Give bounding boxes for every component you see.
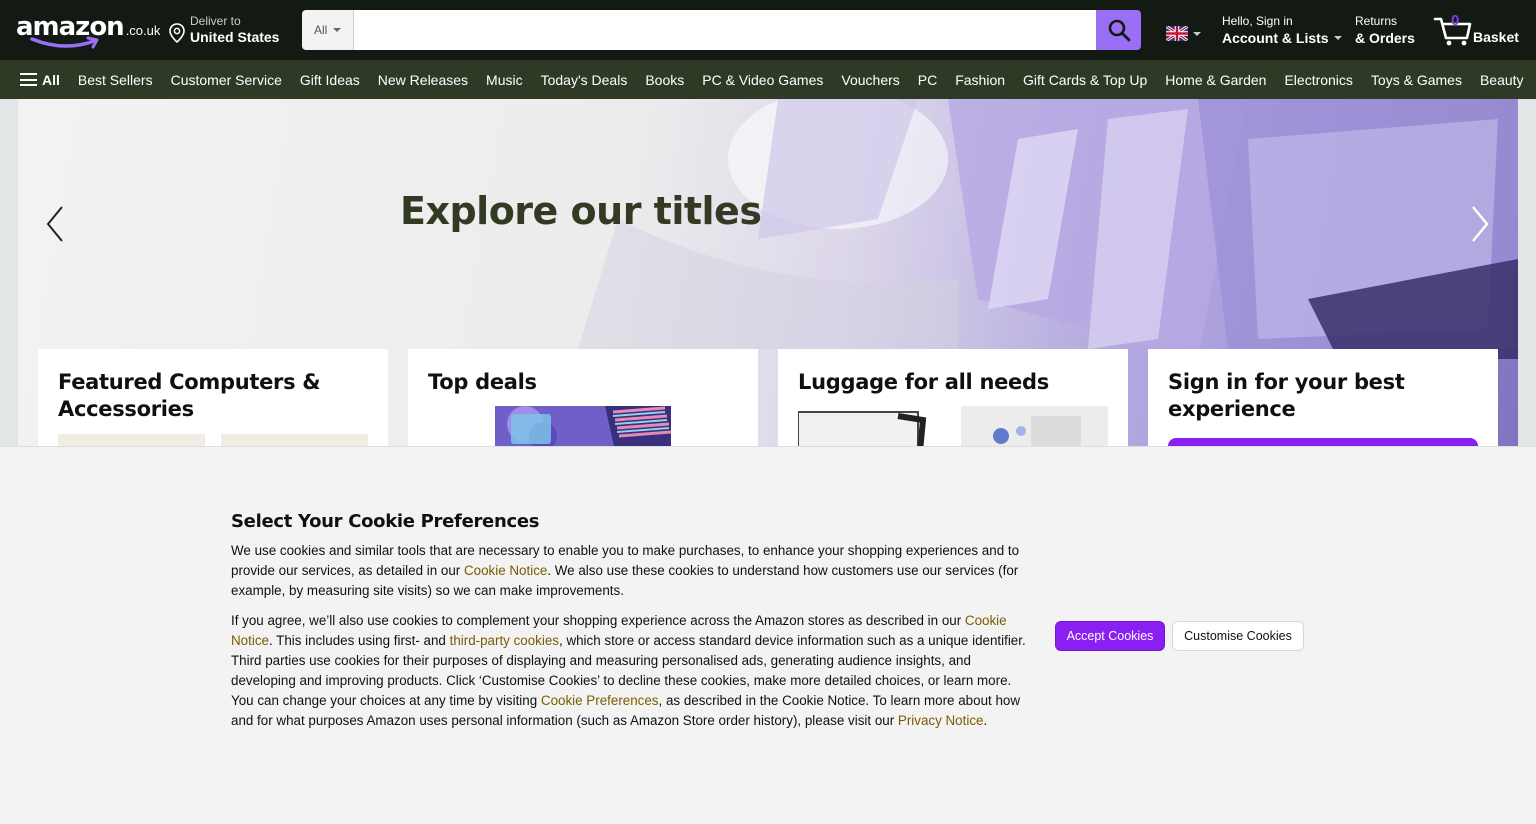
- nav-link-pc[interactable]: PC: [918, 72, 937, 88]
- nav-link-electronics[interactable]: Electronics: [1284, 72, 1352, 88]
- nav-link-best-sellers[interactable]: Best Sellers: [78, 72, 153, 88]
- search-button[interactable]: [1096, 10, 1141, 50]
- card-title: Luggage for all needs: [798, 370, 1049, 394]
- header: amazon .co.uk Deliver to United States A…: [0, 0, 1536, 60]
- search-category-label: All: [314, 23, 328, 37]
- deliver-country: United States: [190, 29, 280, 45]
- chevron-down-icon: [333, 28, 342, 32]
- amazon-logo[interactable]: amazon .co.uk: [16, 12, 160, 50]
- account-lists[interactable]: Hello, Sign in Account & Lists: [1222, 14, 1342, 47]
- chevron-down-icon: [1193, 31, 1201, 36]
- all-menu-label: All: [42, 71, 60, 88]
- cookie-text: .: [983, 713, 988, 728]
- basket-count: 0: [1451, 12, 1460, 29]
- returns-orders[interactable]: Returns & Orders: [1355, 14, 1415, 47]
- hamburger-icon: [20, 73, 37, 86]
- deliver-to[interactable]: Deliver to United States: [168, 14, 279, 46]
- returns-line2: & Orders: [1355, 30, 1415, 46]
- luggage-image-2[interactable]: [961, 406, 1108, 451]
- nav-link-pc-video-games[interactable]: PC & Video Games: [702, 72, 823, 88]
- nav-link-gift-cards[interactable]: Gift Cards & Top Up: [1023, 72, 1147, 88]
- cookie-preferences-panel: Select Your Cookie Preferences We use co…: [0, 446, 1536, 824]
- hero-title: Explore our titles: [400, 189, 762, 233]
- search-category-dropdown[interactable]: All: [302, 10, 354, 50]
- luggage-image-1[interactable]: [798, 406, 945, 451]
- logo-tld: .co.uk: [125, 23, 161, 38]
- cookie-preferences-link[interactable]: Cookie Preferences: [541, 693, 659, 708]
- deliver-line1: Deliver to: [190, 14, 241, 28]
- carousel-prev-icon[interactable]: [40, 203, 70, 245]
- card-title: Top deals: [428, 370, 537, 394]
- card-title: Sign in for your best experience: [1168, 370, 1405, 421]
- smile-arrow-icon: [30, 36, 99, 49]
- nav-link-new-releases[interactable]: New Releases: [378, 72, 468, 88]
- uk-flag-icon: [1166, 26, 1188, 41]
- nav-link-books[interactable]: Books: [645, 72, 684, 88]
- cookie-text: If you agree, we’ll also use cookies to …: [231, 613, 965, 628]
- cookie-heading: Select Your Cookie Preferences: [231, 511, 540, 532]
- carousel-next-icon[interactable]: [1465, 203, 1495, 245]
- accept-cookies-button[interactable]: Accept Cookies: [1055, 621, 1165, 651]
- search-icon: [1108, 19, 1130, 42]
- basket[interactable]: 0 Basket: [1433, 12, 1523, 48]
- privacy-notice-link[interactable]: Privacy Notice: [898, 713, 984, 728]
- nav-link-customer-service[interactable]: Customer Service: [171, 72, 282, 88]
- search-bar: All: [302, 10, 1141, 50]
- deal-product-image[interactable]: [495, 406, 671, 451]
- nav-link-vouchers[interactable]: Vouchers: [841, 72, 899, 88]
- basket-label: Basket: [1473, 29, 1519, 45]
- nav-link-beauty[interactable]: Beauty: [1480, 72, 1524, 88]
- cookie-notice-link[interactable]: Cookie Notice: [464, 563, 547, 578]
- cookie-text-block: Select Your Cookie Preferences We use co…: [231, 511, 1031, 741]
- nav-link-gift-ideas[interactable]: Gift Ideas: [300, 72, 360, 88]
- nav-link-music[interactable]: Music: [486, 72, 523, 88]
- nav-link-toys-games[interactable]: Toys & Games: [1371, 72, 1462, 88]
- account-greeting: Hello, Sign in: [1222, 14, 1293, 28]
- returns-line1: Returns: [1355, 14, 1398, 28]
- nav-link-todays-deals[interactable]: Today's Deals: [541, 72, 628, 88]
- chevron-down-icon: [1333, 36, 1342, 40]
- nav-link-home-garden[interactable]: Home & Garden: [1165, 72, 1266, 88]
- account-label: Account & Lists: [1222, 30, 1329, 46]
- search-input[interactable]: [354, 10, 1096, 50]
- cookie-paragraph-1: We use cookies and similar tools that ar…: [231, 541, 1031, 601]
- main-nav: All Best Sellers Customer Service Gift I…: [0, 60, 1536, 99]
- cookie-text: . This includes using first- and: [268, 633, 450, 648]
- nav-link-fashion[interactable]: Fashion: [955, 72, 1005, 88]
- all-menu-button[interactable]: All: [20, 72, 60, 88]
- language-selector[interactable]: [1166, 26, 1201, 41]
- cookie-paragraph-2: If you agree, we’ll also use cookies to …: [231, 611, 1031, 731]
- location-pin-icon: [169, 23, 185, 44]
- third-party-cookies-link[interactable]: third-party cookies: [450, 633, 559, 648]
- card-title: Featured Computers & Accessories: [58, 370, 321, 421]
- customise-cookies-button[interactable]: Customise Cookies: [1172, 621, 1304, 651]
